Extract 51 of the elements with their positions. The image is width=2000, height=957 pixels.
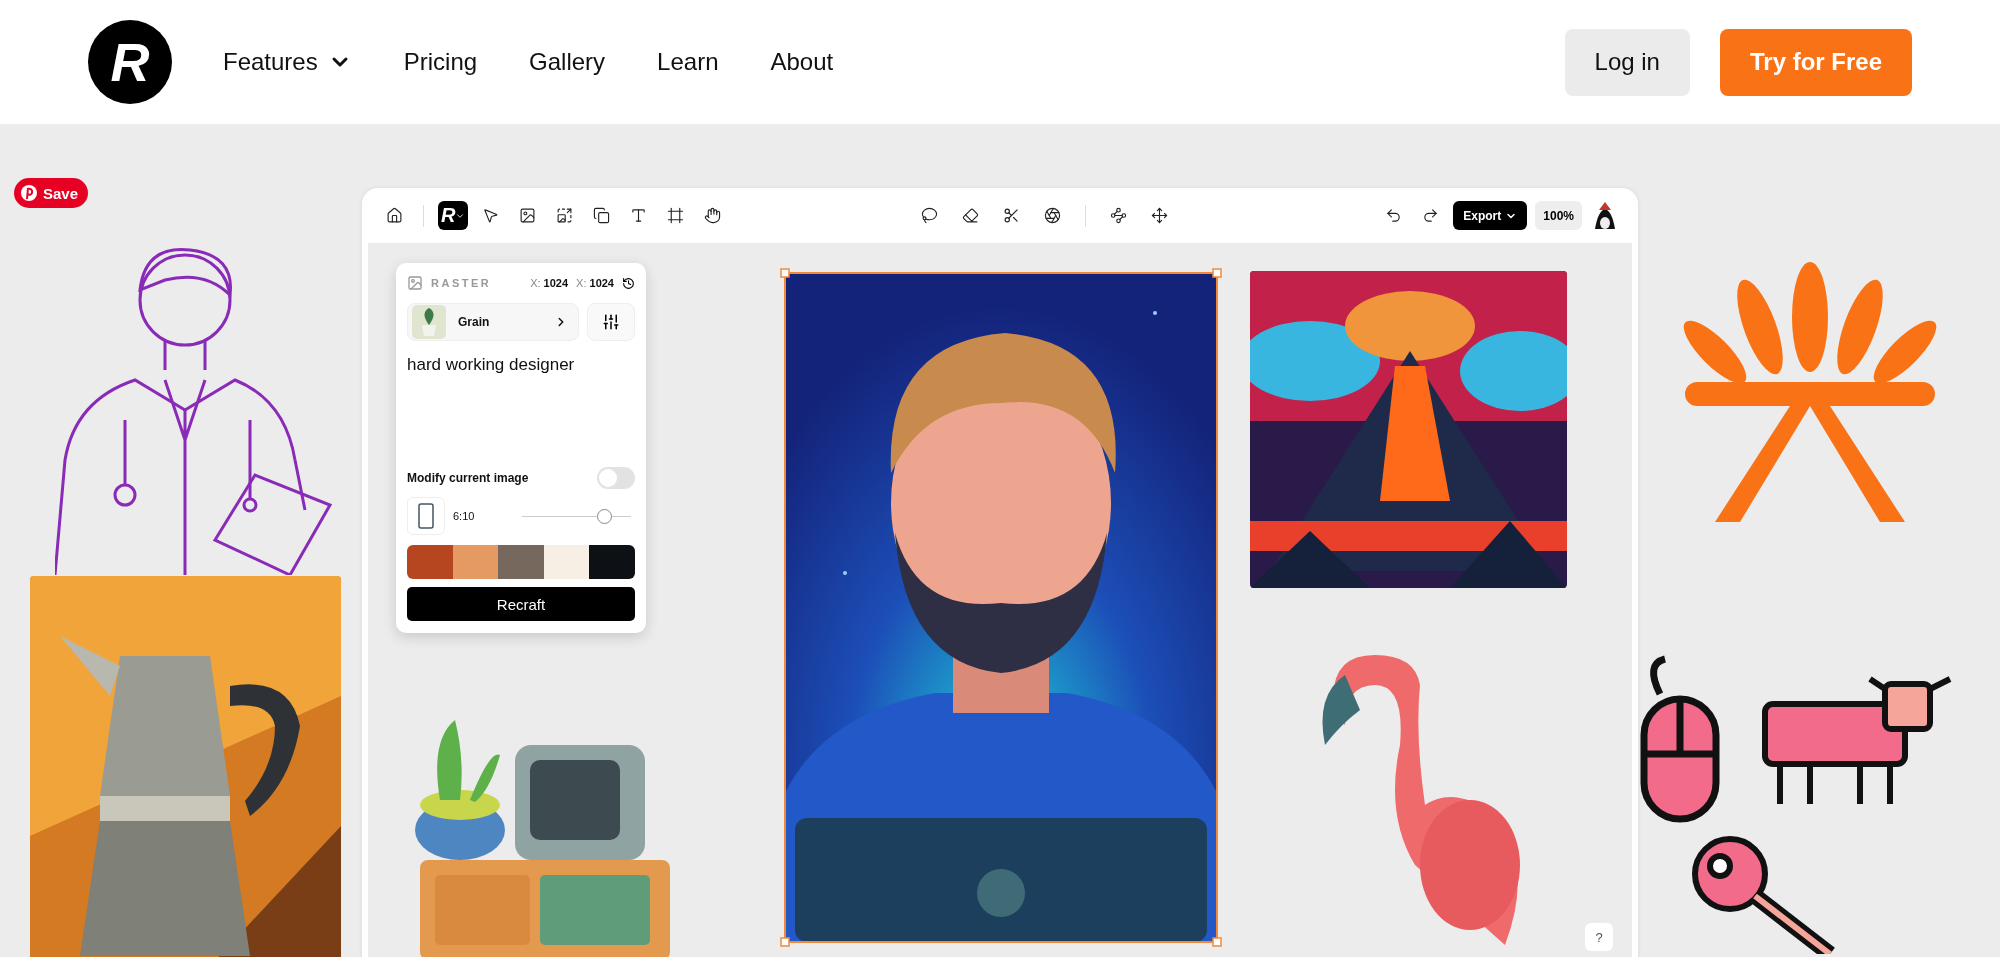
hand-icon (704, 207, 722, 224)
help-button[interactable]: ? (1585, 923, 1613, 951)
house-icon (386, 207, 403, 224)
scissors-icon (1002, 207, 1020, 224)
type-icon (630, 207, 648, 224)
nav-link[interactable]: Gallery (529, 48, 606, 76)
nav-link[interactable]: About (770, 48, 834, 76)
color-swatch[interactable] (543, 545, 590, 579)
image-icon (407, 275, 423, 291)
nav-link[interactable]: Pricing (403, 48, 478, 76)
brand-tool[interactable]: R (438, 201, 469, 230)
copy-icon (593, 207, 611, 224)
waypoints-icon (1109, 207, 1127, 224)
mode-label: RASTER (431, 277, 492, 289)
login-button[interactable]: Log in (1564, 28, 1690, 96)
modify-label: Modify current image (407, 471, 529, 485)
image-resize-icon (556, 207, 574, 224)
frame-icon (667, 207, 685, 224)
slider-thumb[interactable] (597, 508, 613, 524)
aspect-label: 6:10 (453, 510, 475, 522)
pin-save-button[interactable]: Save (14, 178, 89, 208)
move-icon (1150, 207, 1168, 224)
pin-icon (20, 184, 38, 202)
dimension-label: X: 1024 (530, 277, 569, 289)
redo-icon (1422, 207, 1440, 224)
recraft-button[interactable]: Recraft (407, 587, 635, 621)
eraser-icon (961, 207, 979, 224)
zoom-level[interactable]: 100% (1535, 201, 1582, 230)
aspect-button[interactable] (407, 497, 445, 535)
dimension-label: X: 1024 (576, 277, 614, 289)
color-swatch[interactable] (452, 545, 499, 579)
undo-icon (1385, 207, 1403, 224)
mouse-icon (1640, 654, 1720, 824)
color-swatch[interactable] (407, 545, 453, 579)
export-button[interactable]: Export (1453, 201, 1528, 230)
history-icon[interactable] (622, 276, 635, 290)
logo[interactable]: R (88, 20, 172, 104)
sliders-icon (602, 313, 620, 331)
aperture-icon (1043, 207, 1061, 224)
aspect-ratio-icon (418, 503, 434, 529)
image-icon (519, 207, 537, 224)
modify-toggle[interactable] (597, 467, 635, 489)
nav-link[interactable]: Features (223, 48, 352, 76)
settings-button[interactable] (587, 303, 635, 341)
color-swatch[interactable] (589, 545, 635, 579)
lasso-icon (920, 207, 938, 224)
nav-link[interactable]: Learn (657, 48, 719, 76)
pointer-icon (482, 207, 500, 224)
style-selector[interactable]: Grain (407, 303, 579, 341)
color-swatch[interactable] (498, 545, 544, 579)
prompt-text[interactable]: hard working designer (407, 355, 635, 375)
